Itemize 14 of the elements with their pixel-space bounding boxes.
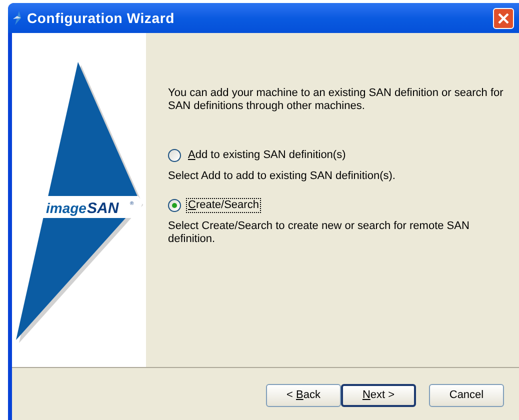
- intro-text: You can add your machine to an existing SAN definition or search for SAN definitions through other machines.: [168, 87, 504, 113]
- option-label[interactable]: Add to existing SAN definition(s): [187, 149, 347, 162]
- radio-button[interactable]: [168, 149, 181, 162]
- option-label[interactable]: Create/Search: [187, 199, 260, 212]
- wizard-button[interactable]: Next >: [341, 384, 416, 407]
- wizard-button[interactable]: Cancel: [429, 384, 504, 407]
- option-description: Select Create/Search to create new or search for remote SAN definition.: [168, 220, 470, 246]
- close-icon: [498, 12, 509, 24]
- window-title: Configuration Wizard: [27, 8, 174, 28]
- app-icon: [13, 11, 21, 25]
- wizard-button[interactable]: < Back: [266, 384, 341, 407]
- option-description: Select Add to add to existing SAN definition(s).: [168, 170, 396, 183]
- close-button[interactable]: [493, 8, 514, 28]
- radio-button[interactable]: [168, 199, 181, 212]
